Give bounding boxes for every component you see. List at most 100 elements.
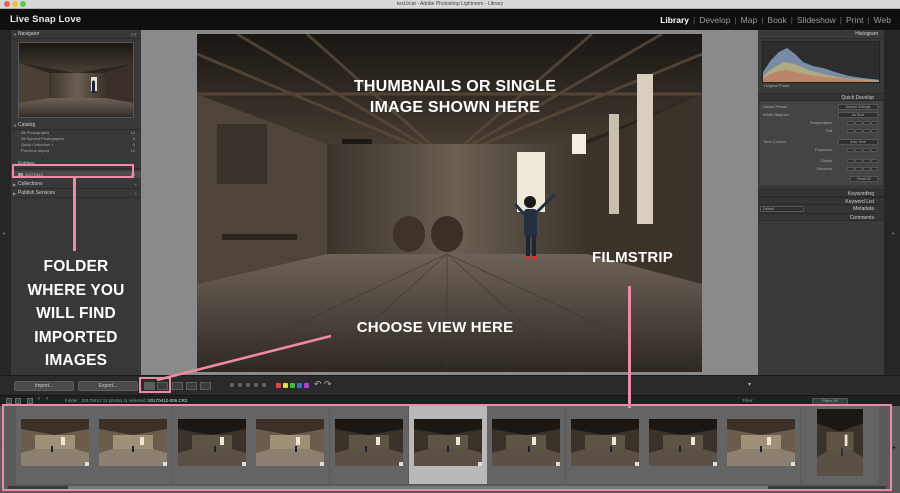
rating-star-icon[interactable] [262,383,266,387]
export-button[interactable]: Export... [78,381,138,391]
exposure-increase-large[interactable] [871,148,878,152]
histogram-header[interactable]: Histogram [758,30,884,39]
tint-increase[interactable] [863,129,870,133]
collapse-right-icon[interactable]: ▸ [892,230,895,237]
reset-all-button[interactable]: Reset All [850,176,878,182]
tone-control-row: Tone Control Auto Tone [760,138,882,146]
metadata-row: Default Metadata [758,205,884,213]
original-photo-checkbox[interactable]: Original Photo [758,83,884,89]
module-library[interactable]: Library [658,15,691,25]
folders-highlight-box [12,164,134,178]
tint-increase-large[interactable] [871,129,878,133]
exposure-decrease-large[interactable] [847,148,854,152]
temperature-increase[interactable] [863,121,870,125]
metadata-header[interactable]: Metadata [853,205,874,213]
vibrance-decrease[interactable] [855,167,862,171]
view-pointer-line [156,334,332,382]
collections-header[interactable]: ▶ Collections + [11,180,141,189]
reset-all-row: Reset All [760,175,882,183]
collapsed-triangle-icon: ▶ [13,191,17,196]
expand-triangle-icon: ▼ [13,123,17,128]
vibrance-increase[interactable] [863,167,870,171]
annotation-filmstrip: FILMSTRIP [592,249,673,266]
publish-services-header[interactable]: ▶ Publish Services + [11,189,141,198]
vibrance-increase-large[interactable] [871,167,878,171]
tint-row: Tint [760,127,882,135]
annotation-thumbnails: THUMBNAILS OR SINGLE IMAGE SHOWN HERE [353,78,557,116]
module-print[interactable]: Print [844,15,865,25]
catalog-item-previous-import[interactable]: Previous Import 12 [11,148,141,154]
clarity-increase[interactable] [863,159,870,163]
module-web[interactable]: Web [872,15,893,25]
filmstrip-highlight-box [2,404,892,491]
rating-star-icon[interactable] [254,383,258,387]
vibrance-row: Vibrance [760,165,882,173]
metadata-preset-select[interactable]: Default [760,206,804,212]
saved-preset-select[interactable]: Default Settings [838,104,878,110]
import-button[interactable]: Import... [14,381,74,391]
window-titlebar: test.lrcat - Adobe Photoshop Lightroom -… [0,0,900,9]
right-panel: Histogram Original Photo Quick Develop S… [758,30,884,375]
temperature-decrease-large[interactable] [847,121,854,125]
add-collection-icon[interactable]: + [135,180,137,189]
exposure-row: Exposure [760,146,882,154]
temperature-decrease[interactable] [855,121,862,125]
module-develop[interactable]: Develop [697,15,732,25]
module-map[interactable]: Map [739,15,760,25]
window-title: test.lrcat - Adobe Photoshop Lightroom -… [396,1,504,7]
navigator-preview[interactable] [18,42,134,118]
rating-star-icon[interactable] [238,383,242,387]
forward-icon[interactable]: › [46,396,48,402]
filmstrip-right-arrow-icon[interactable]: ▸ [893,444,896,451]
white-balance-select[interactable]: As Shot [838,112,878,118]
add-publish-icon[interactable]: + [135,189,137,198]
color-label-red[interactable] [276,383,281,388]
filmstrip-pointer-line [628,286,631,408]
quick-develop-header[interactable]: Quick Develop [758,93,884,101]
saved-preset-row: Saved Preset Default Settings [760,103,882,111]
color-label-purple[interactable] [304,383,309,388]
quick-develop-panel: Saved Preset Default Settings White Bala… [760,101,882,185]
temperature-increase-large[interactable] [871,121,878,125]
annotation-choose-view: CHOOSE VIEW HERE [356,319,514,336]
left-panel-edge[interactable]: ◂ [0,30,11,375]
histogram-graph[interactable] [762,41,880,83]
rating-star-icon[interactable] [246,383,250,387]
survey-view-icon[interactable] [186,382,197,390]
annotation-folder: FOLDER WHERE YOU WILL FIND IMPORTED IMAG… [27,258,125,369]
exposure-decrease[interactable] [855,148,862,152]
catalog-header[interactable]: ▼ Catalog [11,121,141,130]
tint-decrease[interactable] [855,129,862,133]
color-label-yellow[interactable] [283,383,288,388]
people-view-icon[interactable] [200,382,211,390]
module-picker: Library | Develop | Map | Book | Slideshow | … [658,15,893,25]
clarity-row: Clarity [760,157,882,165]
keyword-list-header[interactable]: Keyword List [758,197,884,205]
clarity-decrease-large[interactable] [847,159,854,163]
keywording-header[interactable]: Keywording [758,189,884,197]
auto-tone-button[interactable]: Auto Tone [838,139,878,145]
color-label-blue[interactable] [297,383,302,388]
identity-plate: Live Snap Love [10,14,82,25]
collapse-left-icon[interactable]: ◂ [2,230,5,237]
comments-header[interactable]: Comments [758,213,884,221]
compare-view-icon[interactable] [172,382,183,390]
module-book[interactable]: Book [765,15,788,25]
temperature-row: Temperature [760,119,882,127]
tint-decrease-large[interactable] [847,129,854,133]
back-icon[interactable]: ‹ [38,396,40,402]
zoom-level[interactable]: FIT [131,30,137,39]
clarity-decrease[interactable] [855,159,862,163]
color-label-green[interactable] [290,383,295,388]
module-slideshow[interactable]: Slideshow [795,15,838,25]
navigator-header[interactable]: ▼ Navigator FIT [11,30,141,39]
toolbar: Import... Export... ↶ ↷ ▾ [0,375,900,395]
clarity-increase-large[interactable] [871,159,878,163]
collapsed-triangle-icon: ▶ [13,182,17,187]
right-panel-edge[interactable]: ▸ [884,30,900,375]
toolbar-menu-icon[interactable]: ▾ [748,381,751,388]
folders-pointer-line [73,178,76,251]
exposure-increase[interactable] [863,148,870,152]
vibrance-decrease-large[interactable] [847,167,854,171]
rating-star-icon[interactable] [230,383,234,387]
